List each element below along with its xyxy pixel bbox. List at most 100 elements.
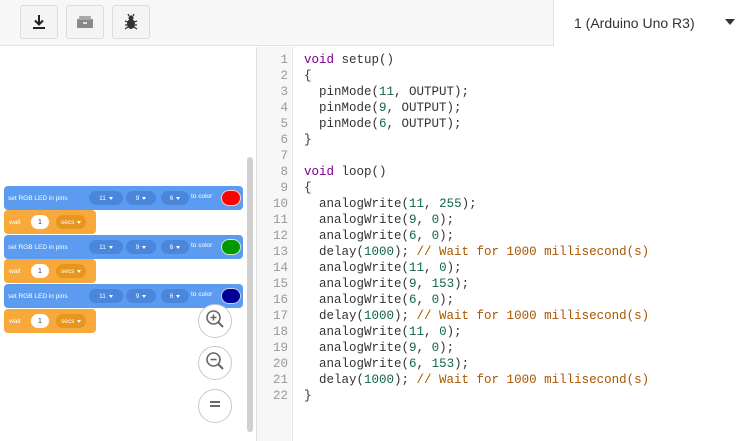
serial-monitor-button[interactable] <box>66 5 104 39</box>
line-number: 22 <box>272 389 288 403</box>
code-number: 0 <box>439 325 447 339</box>
code-editor[interactable]: void setup(){ pinMode(11, OUTPUT); pinMo… <box>304 52 649 404</box>
code-text: , <box>424 325 440 339</box>
code-comment: // Wait for 1000 millisecond(s) <box>416 373 650 387</box>
code-number: 9 <box>379 101 387 115</box>
set-rgb-led-block[interactable]: set RGB LED in pins 11 9 6 to color <box>4 235 243 259</box>
code-text: ); <box>454 357 470 371</box>
code-text: } <box>304 389 312 403</box>
code-number: 0 <box>431 293 440 307</box>
code-text: analogWrite( <box>304 357 410 371</box>
caret-down-icon <box>725 19 735 25</box>
code-line: analogWrite(9, 153); <box>304 276 649 292</box>
code-text: , OUTPUT); <box>386 117 462 131</box>
secs-dropdown[interactable]: secs <box>56 314 87 328</box>
code-text: ); <box>439 341 455 355</box>
line-number: 5 <box>280 117 288 131</box>
code-number: 6 <box>409 229 417 243</box>
wait-value-input[interactable]: 1 <box>31 314 49 328</box>
toolbar: 1 (Arduino Uno R3) <box>0 0 755 46</box>
wait-block[interactable]: wait 1 secs <box>4 210 96 234</box>
color-swatch[interactable] <box>221 288 241 304</box>
color-swatch[interactable] <box>221 239 241 255</box>
code-text: { <box>304 181 312 195</box>
upload-button[interactable] <box>20 5 58 39</box>
line-number: 4 <box>280 101 288 115</box>
secs-label: secs <box>61 218 75 226</box>
caret-down-icon <box>176 245 181 249</box>
pin-value: 11 <box>99 243 106 251</box>
pin-dropdown[interactable]: 11 <box>89 191 123 205</box>
pin-dropdown[interactable]: 6 <box>161 191 189 205</box>
code-number: 6 <box>409 293 417 307</box>
block-label: set RGB LED in pins <box>8 243 68 251</box>
code-number: 0 <box>431 341 440 355</box>
code-text: analogWrite( <box>304 293 410 307</box>
debugger-button[interactable] <box>112 5 150 39</box>
workspace-scrollbar[interactable] <box>247 157 253 432</box>
code-line: analogWrite(6, 153); <box>304 356 649 372</box>
code-text: ); <box>439 229 455 243</box>
zoom-in-button[interactable] <box>198 304 232 338</box>
code-line: delay(1000); // Wait for 1000 millisecon… <box>304 244 649 260</box>
code-line: pinMode(9, OUTPUT); <box>304 100 649 116</box>
wait-block[interactable]: wait 1 secs <box>4 259 96 283</box>
color-swatch[interactable] <box>221 190 241 206</box>
secs-dropdown[interactable]: secs <box>56 215 87 229</box>
wait-value-input[interactable]: 1 <box>31 215 49 229</box>
code-text: ); <box>446 325 462 339</box>
caret-down-icon <box>77 269 82 273</box>
code-line: analogWrite(11, 0); <box>304 324 649 340</box>
pin-value: 6 <box>169 194 174 202</box>
caret-down-icon <box>142 294 147 298</box>
wait-block[interactable]: wait 1 secs <box>4 309 96 333</box>
line-number: 12 <box>272 229 288 243</box>
code-text: ); <box>394 245 417 259</box>
line-number: 14 <box>272 261 288 275</box>
pin-dropdown[interactable]: 9 <box>126 289 156 303</box>
line-number: 2 <box>280 69 288 83</box>
pin-dropdown[interactable]: 11 <box>89 240 123 254</box>
blocks-workspace[interactable]: set RGB LED in pins 11 9 6 to color wait… <box>0 47 256 441</box>
pin-dropdown[interactable]: 6 <box>161 289 189 303</box>
code-text: loop() <box>334 165 387 179</box>
zoom-out-button[interactable] <box>198 346 232 380</box>
wait-value-input[interactable]: 1 <box>31 264 49 278</box>
pin-dropdown[interactable]: 6 <box>161 240 189 254</box>
bug-icon <box>122 13 140 31</box>
board-select[interactable]: 1 (Arduino Uno R3) <box>554 0 755 46</box>
serial-monitor-icon <box>75 14 95 30</box>
code-text: ); <box>461 197 477 211</box>
pin-value: 11 <box>99 194 106 202</box>
set-rgb-led-block[interactable]: set RGB LED in pins 11 9 6 to color <box>4 186 243 210</box>
line-number-gutter: 1 2 3 4 5 6 7 8 9 10 11 12 13 14 15 16 17 18 19 20 21 22 <box>257 47 293 441</box>
caret-down-icon <box>142 245 147 249</box>
wait-label: wait <box>9 218 21 226</box>
code-number: 255 <box>439 197 462 211</box>
set-rgb-led-block[interactable]: set RGB LED in pins 11 9 6 to color <box>4 284 243 308</box>
code-comment: // Wait for 1000 millisecond(s) <box>416 309 650 323</box>
code-text: delay( <box>304 373 365 387</box>
caret-down-icon <box>77 220 82 224</box>
zoom-in-icon <box>204 308 226 335</box>
code-text: pinMode( <box>304 101 380 115</box>
code-number: 0 <box>431 213 440 227</box>
code-text: ); <box>394 309 417 323</box>
pin-dropdown[interactable]: 9 <box>126 240 156 254</box>
code-keyword: void <box>304 165 335 179</box>
code-line: analogWrite(11, 255); <box>304 196 649 212</box>
code-number: 11 <box>409 325 425 339</box>
block-label: set RGB LED in pins <box>8 194 68 202</box>
code-text: ); <box>446 261 462 275</box>
pin-dropdown[interactable]: 9 <box>126 191 156 205</box>
caret-down-icon <box>108 196 113 200</box>
pin-dropdown[interactable]: 11 <box>89 289 123 303</box>
code-comment: // Wait for 1000 millisecond(s) <box>416 245 650 259</box>
line-number: 11 <box>272 213 288 227</box>
code-line: { <box>304 180 649 196</box>
code-text: ); <box>439 293 455 307</box>
code-text: , OUTPUT); <box>386 101 462 115</box>
secs-dropdown[interactable]: secs <box>56 264 87 278</box>
zoom-reset-button[interactable] <box>198 389 232 423</box>
code-line: { <box>304 68 649 84</box>
